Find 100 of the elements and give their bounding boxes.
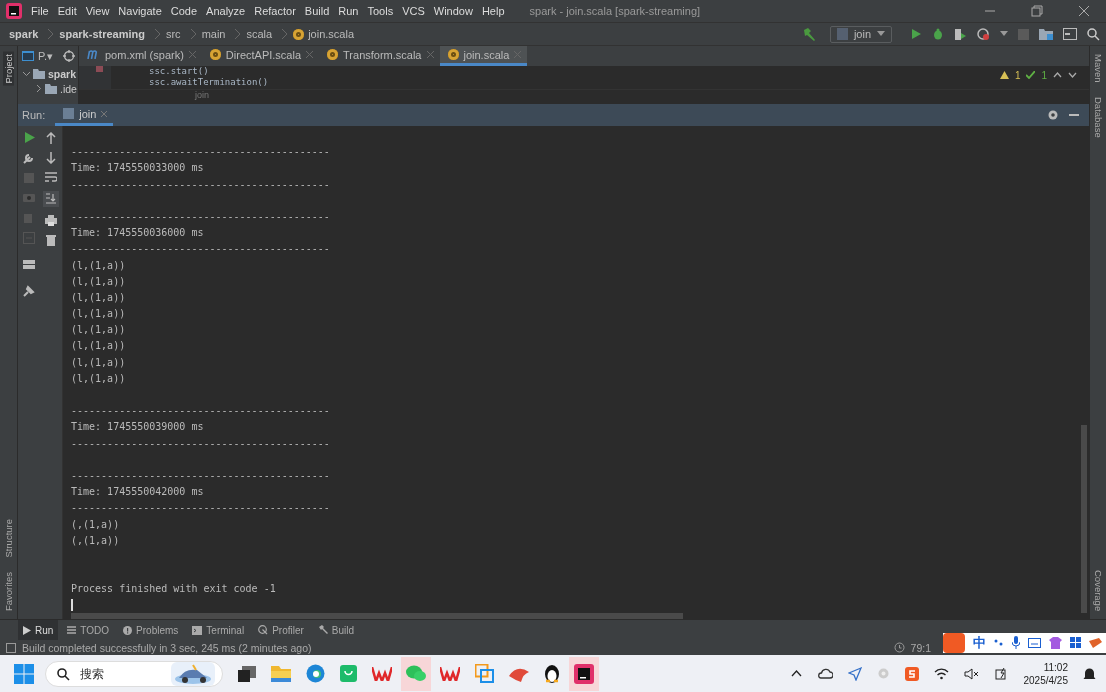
chevron-down-icon[interactable] — [1068, 72, 1077, 78]
pin-icon[interactable] — [23, 285, 35, 297]
close-icon[interactable] — [1078, 5, 1090, 17]
wps-icon[interactable] — [372, 666, 392, 681]
menu-item[interactable]: VCS — [402, 5, 425, 17]
wifi-icon[interactable] — [933, 667, 949, 680]
send-icon[interactable] — [847, 666, 862, 681]
console-line: ------------------------------------------- — [71, 145, 331, 160]
microphone-icon[interactable] — [1012, 636, 1020, 649]
arrow-down-icon[interactable] — [46, 152, 56, 164]
rerun-icon[interactable] — [23, 132, 35, 143]
tool-window-tab[interactable]: Build — [312, 620, 360, 640]
breadcrumb[interactable]: spark-streaming — [59, 28, 145, 40]
editor-tab[interactable]: join.scala — [439, 46, 528, 66]
bug-icon[interactable] — [932, 28, 944, 40]
settings-icon[interactable] — [1047, 109, 1059, 121]
check-icon[interactable] — [1026, 71, 1036, 79]
tree-item[interactable]: .ide — [60, 82, 77, 95]
keyboard-icon[interactable] — [1028, 637, 1041, 648]
print-icon[interactable] — [45, 215, 57, 226]
project-structure-icon[interactable] — [1039, 28, 1053, 40]
tool-window-tab[interactable]: Project — [3, 52, 14, 86]
arrow-up-icon[interactable] — [46, 132, 56, 144]
terminal-icon[interactable] — [1063, 28, 1077, 40]
hammer-icon[interactable] — [801, 27, 816, 41]
tool-window-tab[interactable]: Terminal — [187, 620, 250, 640]
shopping-bag-icon[interactable] — [340, 665, 357, 682]
notification-icon[interactable] — [1083, 666, 1096, 681]
editor-tab[interactable]: Transform.scala — [319, 46, 440, 66]
project-view-dropdown[interactable]: P.▾ — [38, 49, 53, 63]
editor-breadcrumb[interactable]: join — [195, 90, 209, 100]
scrollbar-thumb[interactable] — [1081, 425, 1087, 613]
browser-icon[interactable] — [306, 664, 325, 683]
editor-tab[interactable]: pom.xml (spark) — [79, 46, 202, 66]
scrollbar-thumb[interactable] — [71, 613, 683, 619]
windows-start-icon[interactable] — [14, 663, 34, 684]
profiler-icon[interactable] — [977, 27, 990, 41]
menu-item[interactable]: Build — [304, 5, 330, 17]
caret-icon[interactable] — [1000, 31, 1008, 37]
shirt-icon[interactable] — [1049, 636, 1062, 649]
clock-date[interactable]: 2025/4/25 — [1023, 673, 1068, 687]
penguin-icon[interactable] — [544, 664, 560, 683]
cloud-icon[interactable] — [816, 668, 833, 679]
target-icon[interactable] — [63, 50, 75, 62]
soft-wrap-icon[interactable] — [45, 172, 57, 183]
wps-icon[interactable] — [440, 666, 460, 681]
warning-icon[interactable] — [999, 71, 1009, 79]
chevron-up-icon[interactable] — [790, 670, 802, 677]
chevron-up-icon[interactable] — [1053, 72, 1062, 78]
run-icon[interactable] — [910, 28, 922, 40]
editor-tab[interactable]: DirectAPI.scala — [201, 46, 320, 66]
ide-icon[interactable] — [574, 663, 594, 684]
tool-window-tab[interactable]: Coverage — [1092, 567, 1104, 613]
scroll-to-end-icon[interactable] — [43, 191, 59, 207]
tool-window-tab[interactable]: TODO — [62, 620, 115, 640]
grid-icon[interactable] — [1070, 637, 1081, 648]
layout-icon[interactable] — [23, 260, 35, 269]
menu-item[interactable]: Run — [338, 5, 359, 17]
tool-window-tab[interactable]: Database — [1092, 94, 1104, 140]
breadcrumb[interactable]: spark — [9, 28, 39, 40]
tool-window-tab[interactable]: Structure — [3, 517, 14, 560]
breadcrumb[interactable]: src — [165, 28, 181, 40]
task-view-icon[interactable] — [238, 665, 256, 682]
breadcrumb[interactable]: scala — [246, 28, 273, 40]
folder-icon[interactable] — [271, 665, 291, 682]
breadcrumb[interactable]: join.scala — [308, 28, 354, 40]
clock-time[interactable]: 11:02 — [1043, 660, 1068, 674]
breadcrumb[interactable]: main — [201, 28, 226, 40]
menu-item[interactable]: Tools — [367, 5, 394, 17]
tool-window-tab[interactable]: Maven — [1092, 52, 1104, 85]
menu-item[interactable]: View — [85, 5, 110, 17]
tool-window-tab[interactable]: Run — [18, 620, 59, 640]
ime-mode-toggle[interactable]: 中 — [973, 633, 986, 652]
menu-item[interactable]: Navigate — [118, 5, 162, 17]
restore-icon[interactable] — [1031, 5, 1043, 17]
menu-item[interactable]: Code — [170, 5, 198, 17]
speaker-muted-icon[interactable] — [963, 667, 980, 680]
run-configuration-dropdown[interactable]: join — [829, 25, 892, 43]
menu-item[interactable]: Analyze — [206, 5, 246, 17]
wrench-icon[interactable] — [23, 152, 35, 164]
coverage-run-icon[interactable] — [954, 27, 967, 41]
menu-item[interactable]: Edit — [57, 5, 77, 17]
tool-window-tab[interactable]: Profiler — [253, 620, 309, 640]
battery-icon[interactable] — [994, 667, 1009, 680]
tree-item[interactable]: spark — [48, 67, 77, 80]
virtual-machine-icon[interactable] — [475, 664, 494, 683]
status-icon[interactable] — [6, 642, 16, 653]
tool-window-tab[interactable]: Problems — [118, 620, 184, 640]
close-icon[interactable] — [101, 110, 108, 117]
caret-position[interactable]: 79:1 — [910, 641, 931, 654]
punctuation-icon[interactable] — [994, 637, 1004, 648]
menu-item[interactable]: Help — [481, 5, 505, 17]
ok-count[interactable]: 1 — [1041, 69, 1047, 81]
menu-item[interactable]: Window — [433, 5, 473, 17]
search-icon[interactable] — [1087, 27, 1100, 41]
tool-window-tab[interactable]: Favorites — [3, 569, 14, 613]
menu-item[interactable]: Refactor — [254, 5, 296, 17]
warning-count[interactable]: 1 — [1014, 69, 1021, 81]
trash-icon[interactable] — [46, 234, 56, 246]
menu-item[interactable]: File — [31, 5, 49, 17]
